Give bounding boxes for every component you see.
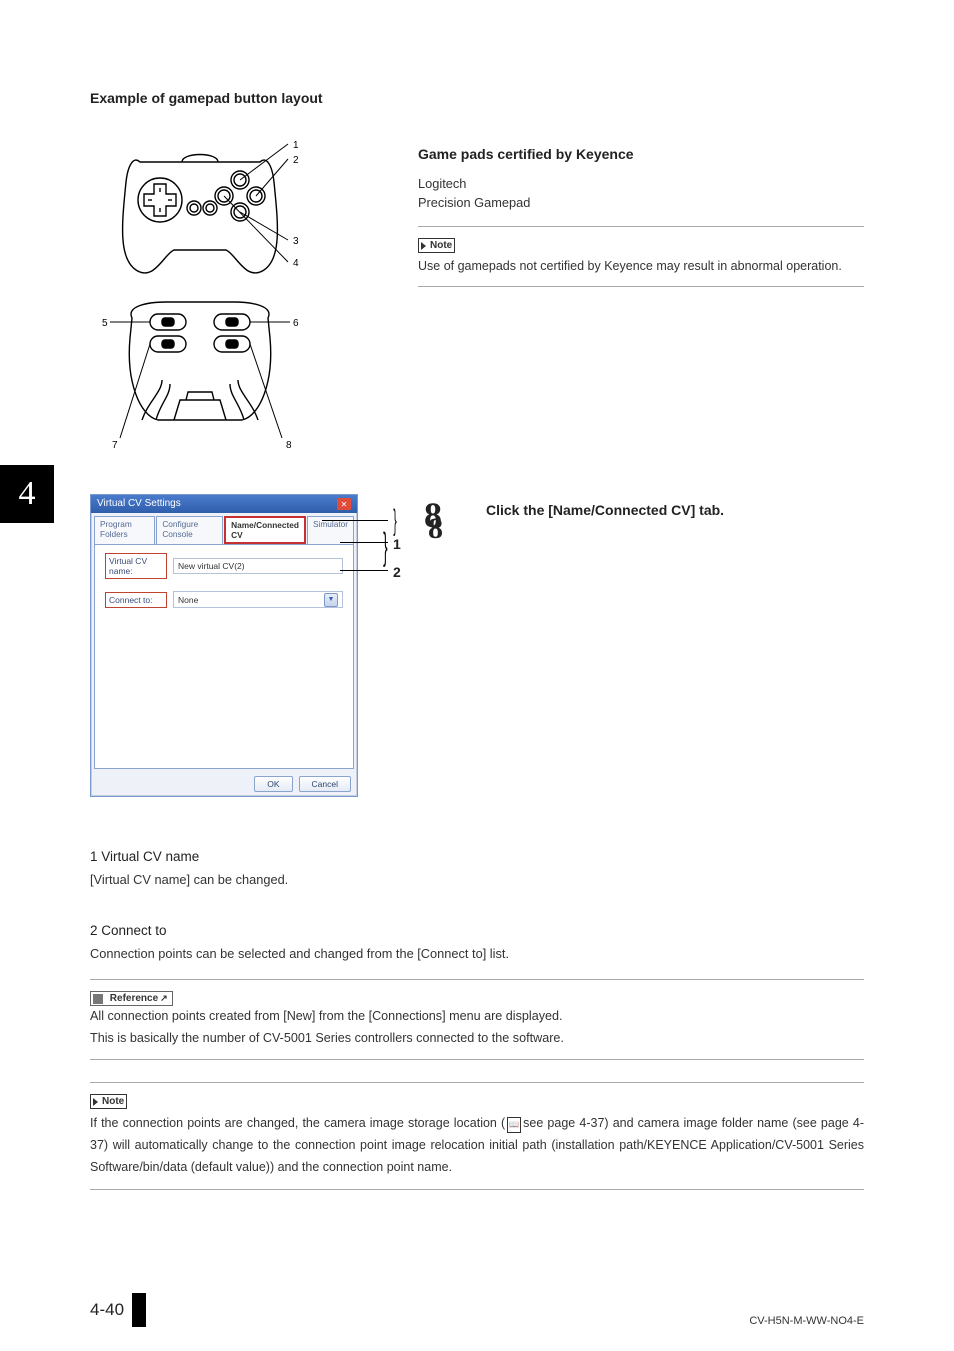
marker-5: 5 — [102, 318, 108, 329]
marker-3: 3 — [293, 236, 299, 247]
gamepad-diagram: 1 2 3 4 — [100, 122, 300, 462]
marker-1: 1 — [293, 140, 299, 151]
note-text: Use of gamepads not certified by Keyence… — [418, 257, 864, 286]
section-1-text: [Virtual CV name] can be changed. — [90, 870, 864, 889]
cancel-button[interactable]: Cancel — [299, 776, 351, 792]
label-connect-to: Connect to: — [105, 592, 167, 608]
note-label: Note — [418, 238, 455, 253]
section-2-heading: 2 Connect to — [90, 923, 864, 938]
callout-1: 1 — [393, 536, 401, 552]
note2-label: Note — [90, 1094, 127, 1109]
tab-name-connected-cv[interactable]: Name/Connected CV — [224, 516, 306, 544]
marker-6: 6 — [293, 318, 299, 329]
input-virtual-cv-name[interactable] — [173, 558, 343, 574]
select-connect-to[interactable]: None ▼ — [173, 591, 343, 608]
section-2-text: Connection points can be selected and ch… — [90, 944, 864, 963]
close-icon[interactable]: ✕ — [337, 498, 351, 510]
footer-mark — [132, 1293, 146, 1327]
reference-link-icon: 📖 — [507, 1117, 521, 1133]
certified-line1: Logitech — [418, 174, 864, 193]
reference-label: Reference↗ — [90, 991, 173, 1006]
right-heading: Game pads certified by Keyence — [418, 146, 864, 162]
step-instruction: Click the [Name/Connected CV] tab. — [486, 494, 724, 797]
marker-7: 7 — [112, 440, 118, 451]
note2-text: If the connection points are changed, th… — [90, 1113, 864, 1190]
callout-2: 2 — [393, 564, 401, 580]
marker-8: 8 — [286, 440, 292, 451]
marker-4: 4 — [293, 258, 299, 269]
certified-line2: Precision Gamepad — [418, 193, 864, 212]
tab-configure-console[interactable]: Configure Console — [156, 516, 223, 544]
layout-heading: Example of gamepad button layout — [90, 90, 864, 106]
tab-program-folders[interactable]: Program Folders — [94, 516, 155, 544]
dialog-screenshot: Virtual CV Settings ✕ Program Folders Co… — [90, 494, 358, 797]
footer-doc-id: CV-H5N-M-WW-NO4-E — [749, 1315, 864, 1327]
reference-text: All connection points created from [New]… — [90, 1006, 864, 1060]
chevron-down-icon: ▼ — [324, 593, 338, 607]
label-virtual-cv-name: Virtual CV name: — [105, 553, 167, 579]
ok-button[interactable]: OK — [254, 776, 292, 792]
dialog-title: Virtual CV Settings — [97, 498, 181, 510]
section-1-heading: 1 Virtual CV name — [90, 849, 864, 864]
marker-2: 2 — [293, 155, 299, 166]
page-number: 4-40 — [90, 1300, 124, 1320]
select-value: None — [178, 595, 198, 605]
callout-8: 8 — [428, 512, 443, 546]
